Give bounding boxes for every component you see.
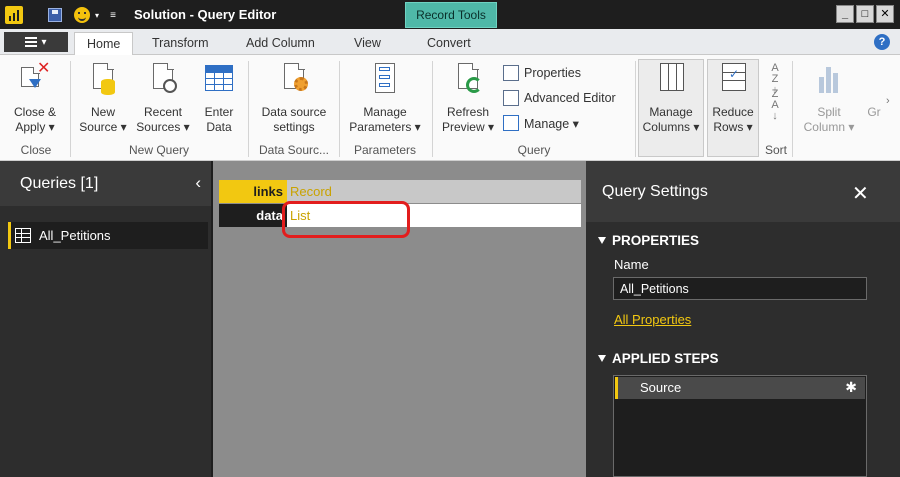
query-settings-title: Query Settings <box>602 183 708 200</box>
minimize-button[interactable]: _ <box>836 5 854 23</box>
split-column-button[interactable]: Split Column ▾ <box>798 61 860 135</box>
applied-step-source[interactable]: Source ✱ <box>615 377 865 399</box>
close-apply-icon: ✕ <box>19 61 51 97</box>
group-divider <box>248 61 249 157</box>
step-label: Source <box>640 380 682 395</box>
refresh-icon <box>452 61 484 97</box>
query-item-all-petitions[interactable]: All_Petitions <box>8 222 208 249</box>
data-source-settings-button[interactable]: Data source settings <box>252 61 336 135</box>
record-value-link[interactable]: Record <box>287 180 581 203</box>
record-field-name: links <box>219 180 287 203</box>
tab-transform[interactable]: Transform <box>140 32 221 55</box>
rows-icon <box>717 61 749 97</box>
new-source-icon <box>87 61 119 97</box>
group-label-query: Query <box>517 143 551 157</box>
ribbon-tabs: ▾ Home Transform Add Column View Convert… <box>0 29 900 56</box>
chevron-down-icon: ▾ <box>41 36 47 48</box>
customize-toolbar-button[interactable]: ≡ <box>106 5 120 25</box>
tab-view[interactable]: View <box>342 32 393 55</box>
group-label-parameters: Parameters <box>353 143 417 157</box>
group-label-sort: Sort <box>764 143 787 157</box>
group-label-close: Close <box>20 143 52 157</box>
smiley-icon <box>74 7 90 23</box>
group-label-new-query: New Query <box>128 143 190 157</box>
advanced-editor-button[interactable]: Advanced Editor <box>503 90 616 106</box>
feedback-button[interactable] <box>72 5 92 25</box>
power-bi-logo-icon <box>5 6 23 24</box>
close-icon[interactable]: ✕ <box>852 181 869 206</box>
advanced-editor-icon <box>503 90 519 106</box>
refresh-preview-button[interactable]: Refresh Preview ▾ <box>436 61 500 135</box>
new-source-button[interactable]: New Source ▾ <box>74 61 132 135</box>
query-name-field[interactable] <box>613 277 867 300</box>
properties-icon <box>503 65 519 81</box>
gear-icon[interactable]: ✱ <box>845 379 857 396</box>
tab-add-column[interactable]: Add Column <box>234 32 327 55</box>
query-item-label: All_Petitions <box>39 228 111 243</box>
record-field-name: data <box>219 204 287 227</box>
properties-button[interactable]: Properties <box>503 65 581 81</box>
save-button[interactable] <box>46 5 64 25</box>
collapse-triangle-icon <box>598 355 606 362</box>
window-controls: _ □ ✕ <box>836 5 894 23</box>
queries-pane-header: Queries [1] ‹ <box>0 161 211 206</box>
parameters-icon <box>369 61 401 97</box>
title-bar: ▾ ≡ Solution - Query Editor Record Tools… <box>0 0 900 29</box>
manage-parameters-button[interactable]: Manage Parameters ▾ <box>343 61 427 135</box>
close-apply-button[interactable]: ✕ Close & Apply ▾ <box>8 61 62 135</box>
group-divider <box>635 61 636 157</box>
group-by-button[interactable]: Gr <box>864 61 884 120</box>
window-title: Solution - Query Editor <box>134 7 277 22</box>
group-by-icon <box>864 61 884 97</box>
group-divider <box>339 61 340 157</box>
queries-pane-title: Queries [1] <box>20 175 99 192</box>
applied-steps-section-header[interactable]: APPLIED STEPS <box>598 351 719 366</box>
table-grid-icon <box>203 61 235 97</box>
manage-grid-icon <box>503 115 519 131</box>
help-icon[interactable]: ? <box>874 34 890 50</box>
group-divider <box>792 61 793 157</box>
name-label: Name <box>614 257 649 272</box>
applied-steps-list: Source ✱ <box>613 375 867 477</box>
collapse-queries-icon[interactable]: ‹ <box>195 173 201 193</box>
columns-icon <box>655 61 687 97</box>
tab-home[interactable]: Home <box>74 32 134 56</box>
record-row: links Record <box>219 180 581 203</box>
ribbon-scroll-right-icon[interactable]: › <box>886 95 890 107</box>
record-tools-context-label: Record Tools <box>405 2 497 28</box>
close-window-button[interactable]: ✕ <box>876 5 894 23</box>
tab-convert[interactable]: Convert <box>415 32 483 55</box>
feedback-dropdown-icon[interactable]: ▾ <box>92 5 102 25</box>
ribbon: ✕ Close & Apply ▾ Close New Source ▾ Rec… <box>0 55 900 161</box>
query-settings-pane: Query Settings ✕ PROPERTIES Name All Pro… <box>586 161 900 477</box>
group-divider <box>432 61 433 157</box>
file-menu-button[interactable]: ▾ <box>4 32 68 52</box>
group-label-data-sources: Data Sourc... <box>258 143 330 157</box>
all-properties-link[interactable]: All Properties <box>614 312 691 327</box>
recent-sources-button[interactable]: Recent Sources ▾ <box>132 61 194 135</box>
query-settings-header: Query Settings ✕ <box>586 161 900 222</box>
red-highlight-annotation <box>282 201 410 238</box>
data-source-settings-icon <box>278 61 310 97</box>
properties-section-header[interactable]: PROPERTIES <box>598 233 699 248</box>
queries-pane: Queries [1] ‹ All_Petitions <box>0 161 213 477</box>
manage-columns-button[interactable]: Manage Columns ▾ <box>639 61 703 135</box>
menu-icon <box>25 37 38 47</box>
manage-query-button[interactable]: Manage ▾ <box>503 115 579 131</box>
recent-sources-icon <box>147 61 179 97</box>
reduce-rows-button[interactable]: Reduce Rows ▾ <box>707 61 759 135</box>
save-icon <box>48 8 62 22</box>
enter-data-button[interactable]: Enter Data <box>196 61 242 135</box>
collapse-triangle-icon <box>598 237 606 244</box>
sort-descending-icon[interactable]: Z A ↓ <box>765 89 785 122</box>
group-divider <box>70 61 71 157</box>
maximize-button[interactable]: □ <box>856 5 874 23</box>
table-icon <box>15 228 31 243</box>
split-column-icon <box>813 61 845 97</box>
